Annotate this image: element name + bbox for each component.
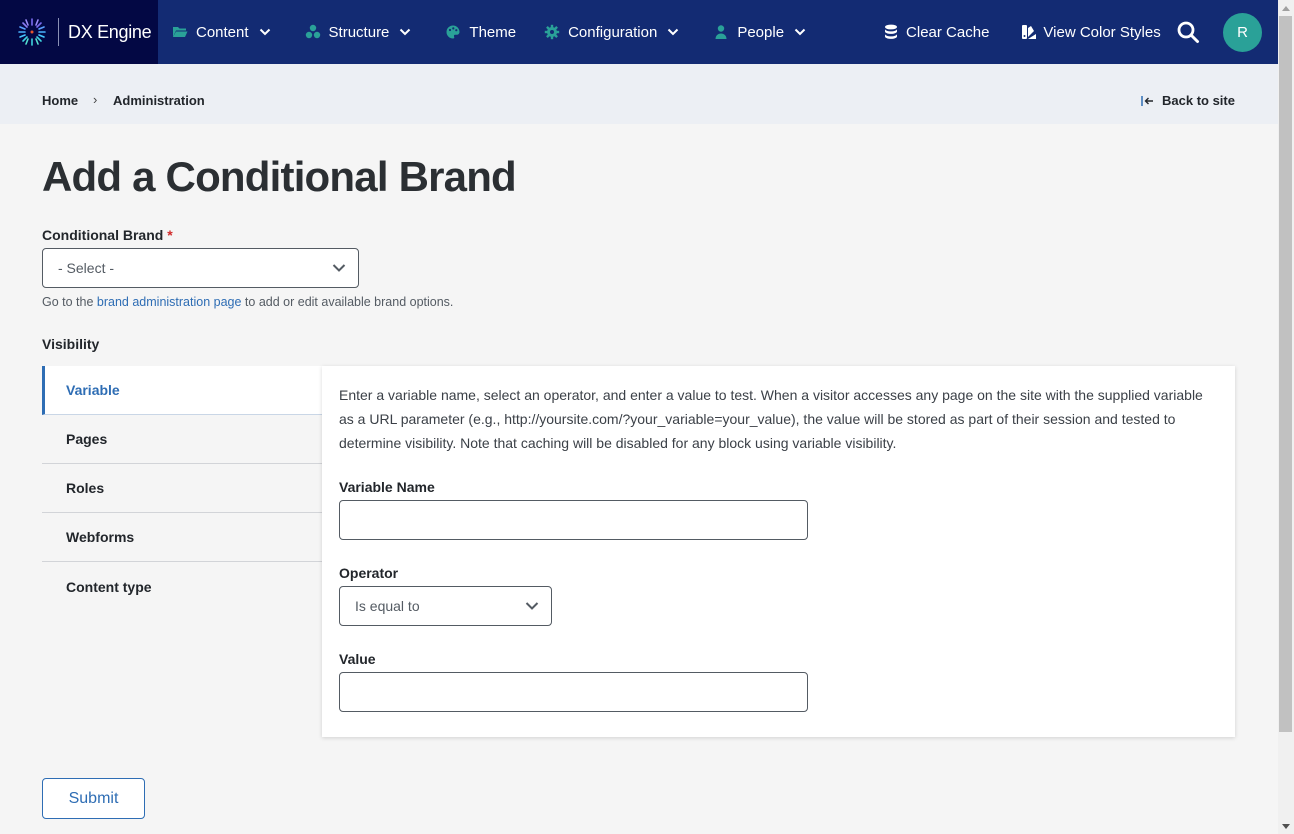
chevron-down-icon — [332, 264, 346, 272]
operator-select[interactable]: Is equal to — [339, 586, 552, 626]
nav-item-configuration[interactable]: Configuration — [544, 0, 679, 64]
value-label: Value — [339, 651, 376, 667]
breadcrumb-bar: Home › Administration Back to site — [0, 64, 1278, 124]
operator-select-value: Is equal to — [355, 598, 420, 614]
scroll-up-arrow-icon[interactable] — [1278, 0, 1294, 16]
dx-engine-logo-icon — [18, 18, 46, 46]
breadcrumb-administration[interactable]: Administration — [113, 93, 205, 108]
conditional-brand-select-value: - Select - — [58, 260, 115, 276]
app-name: DX Engine — [68, 21, 152, 42]
brand-logo-area[interactable]: DX Engine — [0, 0, 158, 64]
conditional-brand-select[interactable]: - Select - — [42, 248, 359, 288]
clear-cache-label: Clear Cache — [906, 23, 990, 41]
user-avatar[interactable]: R — [1223, 13, 1262, 52]
brand-help-text: Go to the brand administration page to a… — [42, 295, 453, 309]
color-swatch-icon — [1021, 24, 1037, 40]
back-arrow-icon — [1141, 95, 1153, 106]
page-title: Add a Conditional Brand — [42, 153, 517, 200]
chevron-down-icon — [259, 26, 271, 38]
tab-pages[interactable]: Pages — [42, 415, 323, 464]
scrollbar-thumb[interactable] — [1279, 16, 1292, 732]
help-prefix: Go to the — [42, 295, 97, 309]
chevron-down-icon — [667, 26, 679, 38]
submit-button[interactable]: Submit — [42, 778, 145, 819]
conditional-brand-label-text: Conditional Brand — [42, 227, 164, 243]
conditional-brand-label: Conditional Brand * — [42, 227, 173, 243]
search-button[interactable] — [1176, 20, 1200, 44]
nav-item-content[interactable]: Content — [172, 0, 271, 64]
nav-item-people[interactable]: People — [713, 0, 806, 64]
nav-item-people-label: People — [737, 23, 785, 41]
tab-roles[interactable]: Roles — [42, 464, 323, 513]
variable-tab-panel: Enter a variable name, select an operato… — [322, 366, 1235, 737]
variable-description: Enter a variable name, select an operato… — [339, 387, 1203, 451]
breadcrumb-separator: › — [93, 92, 98, 107]
nav-item-configuration-label: Configuration — [568, 23, 658, 41]
tab-webforms[interactable]: Webforms — [42, 513, 323, 562]
tab-variable[interactable]: Variable — [42, 366, 323, 415]
brand-divider — [58, 18, 59, 46]
database-icon — [884, 24, 900, 40]
scroll-down-arrow-icon[interactable] — [1278, 818, 1294, 834]
nav-item-structure[interactable]: Structure — [305, 0, 412, 64]
page-scrollbar[interactable] — [1278, 0, 1294, 834]
nav-item-theme[interactable]: Theme — [445, 0, 516, 64]
variable-name-input[interactable] — [339, 500, 808, 540]
help-suffix: to add or edit available brand options. — [241, 295, 454, 309]
visibility-tabs: Variable Pages Roles Webforms Content ty… — [42, 366, 323, 611]
breadcrumb-home[interactable]: Home — [42, 93, 78, 108]
nav-item-theme-label: Theme — [469, 23, 517, 41]
top-navigation-bar: DX Engine Content Structure Theme Config… — [0, 0, 1278, 64]
person-icon — [713, 24, 729, 40]
variable-name-label: Variable Name — [339, 479, 435, 495]
back-to-site-link[interactable]: Back to site — [1141, 93, 1235, 108]
visibility-label: Visibility — [42, 336, 100, 352]
tab-content-type[interactable]: Content type — [42, 562, 323, 611]
view-color-styles-button[interactable]: View Color Styles — [1021, 0, 1161, 64]
required-marker: * — [167, 227, 173, 243]
gear-icon — [544, 24, 560, 40]
nav-item-structure-label: Structure — [328, 23, 390, 41]
palette-icon — [445, 24, 461, 40]
back-to-site-label: Back to site — [1162, 93, 1235, 108]
search-icon — [1177, 21, 1199, 43]
folder-icon — [172, 24, 188, 40]
chevron-down-icon — [525, 602, 539, 610]
clear-cache-button[interactable]: Clear Cache — [884, 0, 989, 64]
nav-item-content-label: Content — [196, 23, 249, 41]
structure-icon — [305, 24, 321, 40]
brand-administration-link[interactable]: brand administration page — [97, 295, 242, 309]
chevron-down-icon — [794, 26, 806, 38]
chevron-down-icon — [399, 26, 411, 38]
value-input[interactable] — [339, 672, 808, 712]
view-color-styles-label: View Color Styles — [1043, 23, 1161, 41]
operator-label: Operator — [339, 565, 399, 581]
